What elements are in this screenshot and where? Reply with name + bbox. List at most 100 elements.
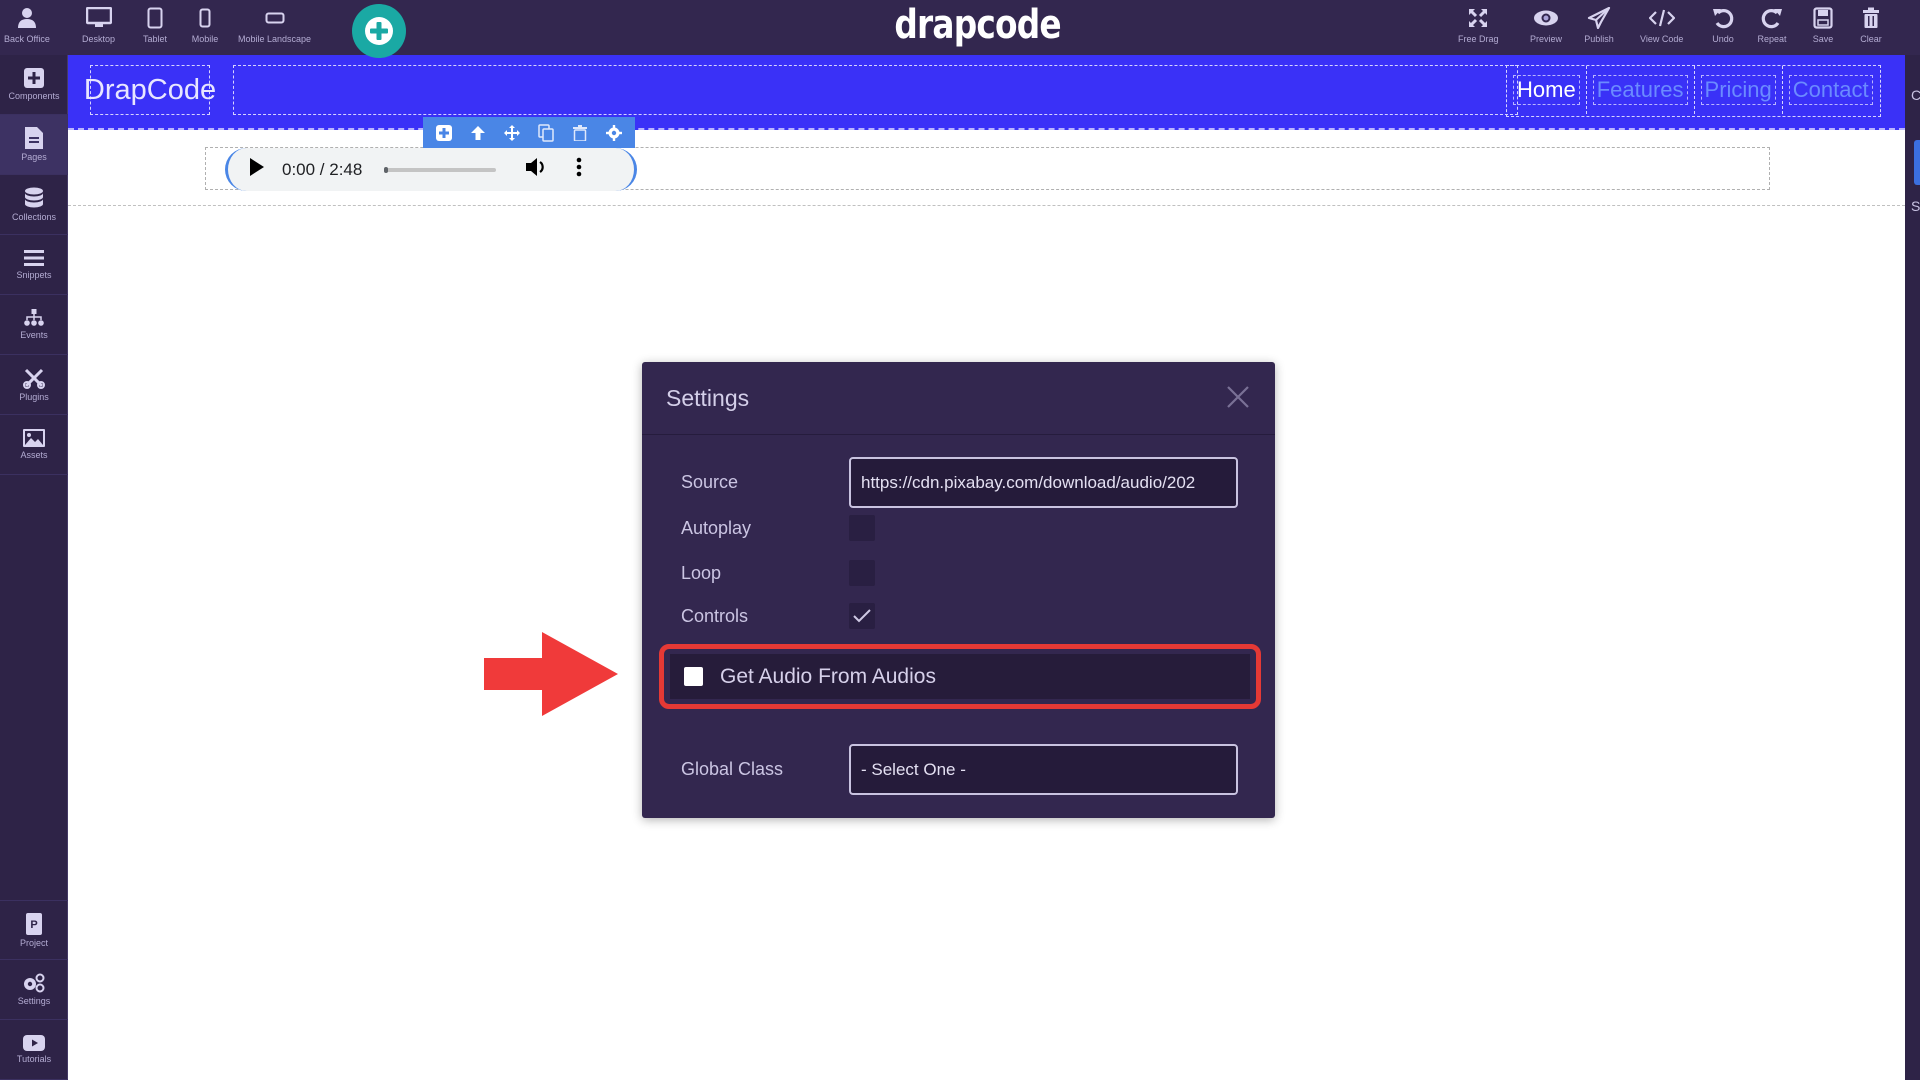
- site-logo[interactable]: DrapCode: [84, 65, 216, 115]
- get-audio-checkbox[interactable]: [684, 667, 703, 686]
- gear-icon: [606, 124, 622, 141]
- select-parent-button[interactable]: [466, 121, 490, 145]
- modal-header: Settings: [642, 362, 1275, 435]
- sidebar-item-project[interactable]: P Project: [0, 900, 68, 960]
- autoplay-label: Autoplay: [681, 517, 752, 538]
- loop-label: Loop: [681, 562, 722, 583]
- sidebar-item-tutorials[interactable]: Tutorials: [0, 1020, 68, 1080]
- repeat-button[interactable]: Repeat: [1757, 4, 1787, 44]
- move-icon: [504, 124, 520, 141]
- desktop-view-button[interactable]: Desktop: [82, 4, 115, 44]
- delete-element-button[interactable]: [568, 121, 592, 145]
- clear-button[interactable]: Clear: [1856, 4, 1886, 44]
- tablet-view-button[interactable]: Tablet: [140, 4, 170, 44]
- sidebar-item-components[interactable]: Components: [0, 55, 68, 115]
- move-element-handle[interactable]: [500, 121, 524, 145]
- checkmark-icon: [853, 609, 871, 623]
- free-drag-icon: [1463, 4, 1493, 32]
- sidebar-item-assets[interactable]: Assets: [0, 415, 68, 475]
- settings-modal: Settings Source https://cdn.pixabay.com/…: [642, 362, 1275, 818]
- undo-icon: [1708, 4, 1738, 32]
- header-empty-block[interactable]: [233, 65, 1518, 115]
- view-code-button[interactable]: View Code: [1640, 4, 1683, 44]
- audio-time: 0:00 / 2:48: [282, 159, 363, 179]
- global-class-select[interactable]: - Select One -: [849, 744, 1238, 795]
- controls-row: Controls: [681, 603, 875, 629]
- trash-icon: [1856, 4, 1886, 32]
- nav-link-features[interactable]: Features: [1587, 66, 1695, 114]
- sidebar-item-pages[interactable]: Pages: [0, 115, 68, 175]
- eye-icon: [1531, 4, 1561, 32]
- nav-link-pricing[interactable]: Pricing: [1695, 66, 1783, 114]
- audio-seek-progress: [384, 166, 389, 173]
- get-audio-label: Get Audio From Audios: [720, 664, 936, 688]
- database-icon: [25, 187, 43, 208]
- global-class-row: Global Class - Select One -: [681, 744, 1238, 795]
- right-panel: C S: [1905, 55, 1920, 1080]
- image-icon: [23, 429, 45, 447]
- section-divider: [68, 205, 1905, 206]
- back-office-button[interactable]: Back Office: [4, 4, 50, 44]
- top-toolbar: Back Office Desktop Tablet Mobile Mobile…: [0, 0, 1920, 58]
- audio-player[interactable]: 0:00 / 2:48: [225, 148, 637, 191]
- plus-square-icon: [436, 124, 452, 141]
- trash-icon: [573, 124, 587, 141]
- volume-button[interactable]: [526, 157, 548, 182]
- modal-title: Settings: [666, 384, 750, 411]
- more-options-button[interactable]: [576, 157, 582, 182]
- clone-element-button[interactable]: [534, 121, 558, 145]
- undo-button[interactable]: Undo: [1708, 4, 1738, 44]
- highlight-box: Get Audio From Audios: [659, 644, 1261, 709]
- sitemap-icon: [24, 309, 44, 326]
- left-sidebar: Components Pages Collections Snippets Ev…: [0, 55, 68, 1080]
- play-button[interactable]: [250, 158, 270, 181]
- autoplay-row: Autoplay: [681, 515, 875, 541]
- right-panel-button[interactable]: [1914, 140, 1920, 185]
- sidebar-item-settings[interactable]: Settings: [0, 960, 68, 1020]
- svg-text:P: P: [30, 919, 37, 931]
- source-label: Source: [681, 472, 739, 492]
- sidebar-item-snippets[interactable]: Snippets: [0, 235, 68, 295]
- plus-square-icon: [24, 68, 44, 88]
- user-icon: [12, 4, 42, 32]
- project-icon: P: [26, 912, 42, 935]
- sidebar-item-plugins[interactable]: Plugins: [0, 355, 68, 415]
- mobile-view-button[interactable]: Mobile: [190, 4, 220, 44]
- global-class-label: Global Class: [681, 759, 784, 779]
- plus-circle-icon: [365, 17, 393, 45]
- add-button[interactable]: [352, 4, 406, 58]
- nav-link-contact[interactable]: Contact: [1783, 66, 1879, 114]
- add-element-button[interactable]: [432, 121, 456, 145]
- site-nav[interactable]: Home Features Pricing Contact: [1506, 65, 1881, 117]
- mobile-icon: [190, 4, 220, 32]
- element-settings-button[interactable]: [602, 121, 626, 145]
- save-button[interactable]: Save: [1808, 4, 1838, 44]
- loop-row: Loop: [681, 560, 875, 586]
- preview-button[interactable]: Preview: [1530, 4, 1562, 44]
- mobile-landscape-view-button[interactable]: Mobile Landscape: [238, 4, 311, 44]
- nav-link-home[interactable]: Home: [1507, 66, 1587, 114]
- free-drag-button[interactable]: Free Drag: [1458, 4, 1499, 44]
- brand-logo: drapcode: [894, 2, 1061, 48]
- loop-checkbox[interactable]: [849, 560, 875, 586]
- publish-button[interactable]: Publish: [1584, 4, 1614, 44]
- sidebar-item-events[interactable]: Events: [0, 295, 68, 355]
- controls-checkbox[interactable]: [849, 603, 875, 629]
- red-arrow-annotation: [484, 632, 618, 716]
- more-vertical-icon: [577, 157, 582, 177]
- close-button[interactable]: [1225, 384, 1251, 410]
- tools-icon: [23, 368, 45, 389]
- audio-seek-bar[interactable]: [384, 166, 497, 173]
- source-input[interactable]: https://cdn.pixabay.com/download/audio/2…: [849, 457, 1238, 508]
- mobile-landscape-icon: [260, 4, 290, 32]
- tablet-icon: [140, 4, 170, 32]
- desktop-icon: [84, 4, 114, 32]
- play-icon: [250, 158, 264, 176]
- site-header[interactable]: DrapCode Home Features Pricing Contact: [68, 55, 1905, 130]
- autoplay-checkbox[interactable]: [849, 515, 875, 541]
- sidebar-item-collections[interactable]: Collections: [0, 175, 68, 235]
- code-icon: [1647, 4, 1677, 32]
- controls-label: Controls: [681, 605, 749, 626]
- list-icon: [24, 250, 44, 266]
- save-icon: [1808, 4, 1838, 32]
